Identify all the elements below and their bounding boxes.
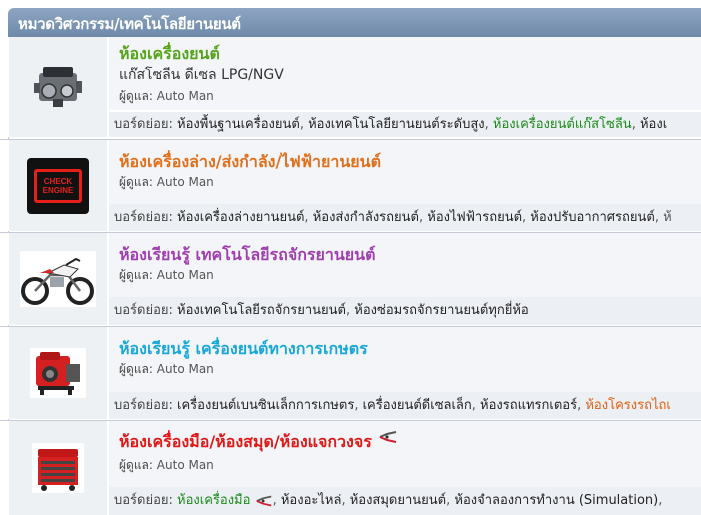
subforums-bar: บอร์ดย่อย: ห้องเครื่องล่างยานยนต์, ห้องส… (109, 204, 701, 231)
forum-row-agri: ห้องเรียนรู้ เครื่องยนต์ทางการเกษตร ผู้ด… (8, 327, 701, 419)
subforum-link[interactable]: ห้องเครื่องล่างยานยนต์ (177, 210, 304, 225)
subforum-link[interactable]: ห้องปรับอากาศรถยนต์ (530, 210, 655, 225)
pliers-icon (379, 431, 397, 443)
moderator-link[interactable]: Auto Man (157, 268, 214, 282)
category-header[interactable]: หมวดวิศวกรรม/เทคโนโลยียานยนต์ (8, 8, 701, 37)
moderator-link[interactable]: Auto Man (157, 89, 214, 103)
category-title[interactable]: หมวดวิศวกรรม/เทคโนโลยียานยนต์ (18, 15, 241, 33)
forum-title-link[interactable]: ห้องเรียนรู้ เทคโนโลยีรถจักรยานยนต์ (119, 243, 375, 268)
check-engine-label: CHECK ENGINE (42, 176, 74, 195)
subforum-link[interactable]: ห้องเทคโนโลยีรถจักรยานยนต์ (177, 303, 346, 318)
forum-icon-cell (9, 233, 107, 325)
moderator-link[interactable]: Auto Man (157, 362, 214, 376)
subforum-link[interactable]: ห้องซ่อมรถจักรยานยนต์ทุกยี่ห้อ (354, 303, 528, 318)
generator-icon (30, 348, 86, 398)
moderator-label: ผู้ดูแล: (119, 89, 153, 103)
subforum-link[interactable]: ห้องเทคโนโลยียานยนต์ระดับสูง (308, 117, 485, 132)
moderator-info: ผู้ดูแล: Auto Man (119, 173, 214, 192)
subforum-link[interactable]: ห้องเครื่องยนต์แก๊สโซลีน (493, 117, 632, 132)
subforum-link[interactable]: ห้องโครงรถไถเ (585, 398, 670, 413)
subforum-link[interactable]: ห้องพื้นฐานเครื่องยนต์ (177, 117, 300, 132)
forum-icon-cell: CHECK ENGINE (9, 140, 107, 231)
motorcycle-icon (20, 251, 96, 307)
moderator-label: ผู้ดูแล: (119, 458, 153, 472)
subforums-label: บอร์ดย่อย: (114, 210, 173, 225)
forum-title-link[interactable]: ห้องเครื่องล่าง/ส่งกำลัง/ไฟฟ้ายานยนต์ (119, 150, 381, 175)
forum-icon-cell (9, 37, 107, 137)
subforums-bar: บอร์ดย่อย: ห้องเทคโนโลยีรถจักรยานยนต์, ห… (109, 297, 701, 325)
forum-row-motorcycle: ห้องเรียนรู้ เทคโนโลยีรถจักรยานยนต์ ผู้ด… (8, 233, 701, 325)
subforums-bar: บอร์ดย่อย: เครื่องยนต์เบนซินเล็กการเกษตร… (109, 392, 701, 419)
moderator-link[interactable]: Auto Man (157, 175, 214, 189)
pliers-icon (256, 495, 271, 506)
forum-info: ห้องเครื่องล่าง/ส่งกำลัง/ไฟฟ้ายานยนต์ ผู… (109, 140, 701, 204)
forum-info: ห้องเครื่องยนต์ แก๊สโซลีน ดีเซล LPG/NGV … (109, 37, 701, 110)
subforum-link[interactable]: ห้องสมุดยานยนต์ (350, 493, 446, 508)
moderator-info: ผู้ดูแล: Auto Man (119, 266, 214, 285)
subforums-label: บอร์ดย่อย: (114, 303, 173, 318)
moderator-info: ผู้ดูแล: Auto Man (119, 87, 214, 106)
forum-info: ห้องเรียนรู้ เครื่องยนต์ทางการเกษตร ผู้ด… (109, 327, 701, 392)
moderator-info: ผู้ดูแล: Auto Man (119, 360, 214, 379)
moderator-label: ผู้ดูแล: (119, 268, 153, 282)
engine-icon (34, 67, 82, 107)
subforum-link[interactable]: ห้องเครื่องมือ (177, 493, 250, 508)
subforums-bar: บอร์ดย่อย: ห้องเครื่องมือ , ห้องอะไหล่, … (109, 487, 701, 515)
subforum-link[interactable]: เครื่องยนต์ดีเซลเล็ก (363, 398, 472, 413)
moderator-label: ผู้ดูแล: (119, 175, 153, 189)
forum-icon-cell (9, 421, 107, 515)
forum-title-link[interactable]: ห้องเครื่องมือ/ห้องสมุด/ห้องแจกวงจร (119, 432, 372, 451)
forum-title-wrap: ห้องเครื่องมือ/ห้องสมุด/ห้องแจกวงจร (119, 430, 398, 455)
subforums-bar: บอร์ดย่อย: ห้องพื้นฐานเครื่องยนต์, ห้องเ… (109, 112, 701, 137)
check-engine-icon: CHECK ENGINE (27, 157, 89, 214)
moderator-label: ผู้ดูแล: (119, 362, 153, 376)
forum-row-chassis: CHECK ENGINE ห้องเครื่องล่าง/ส่งกำลัง/ไฟ… (8, 140, 701, 231)
forum-info: ห้องเรียนรู้ เทคโนโลยีรถจักรยานยนต์ ผู้ด… (109, 233, 701, 297)
toolbox-icon (32, 443, 84, 493)
forum-row-tools: ห้องเครื่องมือ/ห้องสมุด/ห้องแจกวงจร ผู้ด… (8, 421, 701, 515)
moderator-link[interactable]: Auto Man (157, 458, 214, 472)
forum-title-link[interactable]: ห้องเรียนรู้ เครื่องยนต์ทางการเกษตร (119, 337, 368, 362)
subforums-label: บอร์ดย่อย: (114, 493, 173, 508)
forum-info: ห้องเครื่องมือ/ห้องสมุด/ห้องแจกวงจร ผู้ด… (109, 421, 701, 487)
subforum-link[interactable]: ห้องไฟฟ้ารถยนต์ (427, 210, 522, 225)
subforum-link[interactable]: ห้องจำลองการทำงาน (Simulation) (454, 493, 658, 508)
forum-row-engine: ห้องเครื่องยนต์ แก๊สโซลีน ดีเซล LPG/NGV … (8, 37, 701, 137)
subforum-link[interactable]: ห้องส่งกำลังรถยนต์ (313, 210, 419, 225)
subforum-link[interactable]: ห้องรถแทรกเตอร์ (480, 398, 577, 413)
subforum-link[interactable]: เครื่องยนต์เบนซินเล็กการเกษตร (177, 398, 354, 413)
forum-icon-cell (9, 327, 107, 419)
subforum-link[interactable]: ห้องเ (640, 117, 667, 132)
subforum-link[interactable]: ห้องอะไหล่ (281, 493, 342, 508)
moderator-info: ผู้ดูแล: Auto Man (119, 456, 214, 475)
subforums-label: บอร์ดย่อย: (114, 398, 173, 413)
subforums-label: บอร์ดย่อย: (114, 117, 173, 132)
forum-description: แก๊สโซลีน ดีเซล LPG/NGV (119, 67, 284, 83)
